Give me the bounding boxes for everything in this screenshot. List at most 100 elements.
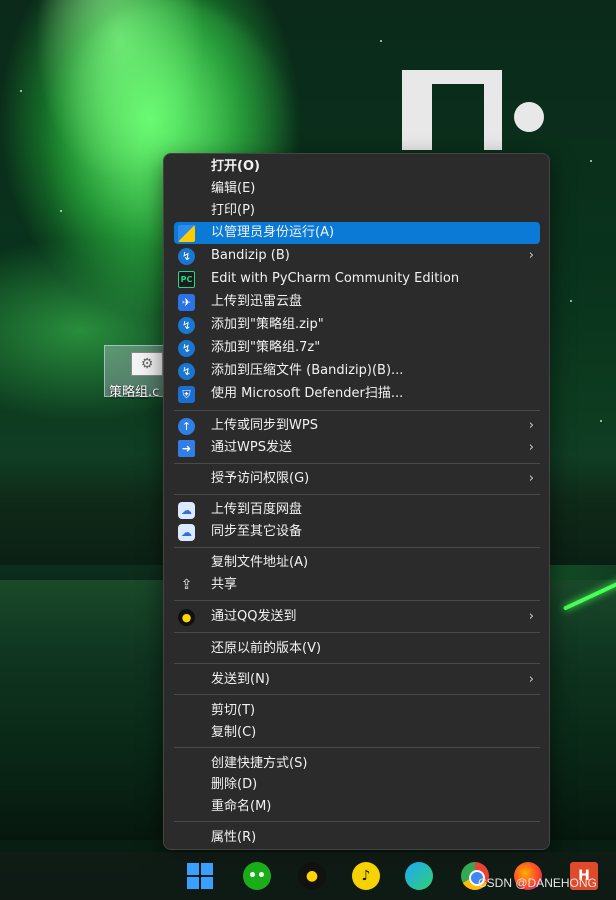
menu-item-label: Bandizip (B): [211, 248, 290, 263]
desktop-file-name: 策略组.c: [109, 385, 160, 400]
menu-item-add-7z[interactable]: ↯ 添加到"策略组.7z": [174, 337, 540, 359]
menu-separator: [174, 410, 540, 411]
menu-item-label: 属性(R): [211, 830, 257, 845]
qq-icon[interactable]: ●: [298, 862, 326, 890]
menu-separator: [174, 694, 540, 695]
uac-shield-icon: [178, 225, 195, 242]
menu-item-label: 共享: [211, 577, 238, 592]
thunder-icon: ✈: [178, 294, 195, 311]
menu-item-label: 复制(C): [211, 725, 257, 740]
menu-item-properties[interactable]: 属性(R): [174, 827, 540, 849]
menu-separator: [174, 663, 540, 664]
chevron-right-icon: ›: [528, 672, 534, 687]
menu-item-label: 同步至其它设备: [211, 524, 303, 539]
chevron-right-icon: ›: [528, 609, 534, 624]
menu-item-restore-versions[interactable]: 还原以前的版本(V): [174, 638, 540, 660]
menu-item-cut[interactable]: 剪切(T): [174, 700, 540, 722]
menu-item-rename[interactable]: 重命名(M): [174, 796, 540, 818]
share-icon: ⇪: [180, 577, 193, 593]
menu-item-copy-path[interactable]: 复制文件地址(A): [174, 552, 540, 574]
windows-start-icon[interactable]: [186, 862, 214, 890]
pycharm-icon: PC: [178, 271, 195, 288]
menu-separator: [174, 632, 540, 633]
menu-item-label: 使用 Microsoft Defender扫描...: [211, 386, 404, 401]
menu-item-send-via-qq[interactable]: ● 通过QQ发送到 ›: [174, 606, 540, 628]
menu-item-send-to[interactable]: 发送到(N) ›: [174, 669, 540, 691]
menu-item-label: 上传或同步到WPS: [211, 418, 318, 433]
menu-item-label: 以管理员身份运行(A): [211, 225, 335, 240]
star: [570, 300, 572, 302]
menu-item-wps-send[interactable]: ➜ 通过WPS发送 ›: [174, 437, 540, 459]
menu-item-label: 删除(D): [211, 777, 258, 792]
menu-item-create-shortcut[interactable]: 创建快捷方式(S): [174, 753, 540, 775]
star: [590, 160, 592, 162]
menu-item-label: 通过WPS发送: [211, 440, 292, 455]
chevron-right-icon: ›: [528, 248, 534, 263]
menu-item-label: 打开(O): [211, 159, 260, 174]
bandizip-icon: ↯: [178, 363, 195, 380]
bandizip-icon: ↯: [178, 317, 195, 334]
desktop-file-icon[interactable]: ⚙ 策略组.c: [104, 345, 166, 400]
menu-item-add-archive[interactable]: ↯ 添加到压缩文件 (Bandizip)(B)...: [174, 360, 540, 382]
menu-item-pycharm[interactable]: PC Edit with PyCharm Community Edition: [174, 268, 540, 290]
menu-item-label: 剪切(T): [211, 703, 256, 718]
menu-separator: [174, 494, 540, 495]
menu-item-label: 通过QQ发送到: [211, 609, 297, 624]
menu-item-label: 还原以前的版本(V): [211, 641, 322, 656]
star: [60, 210, 62, 212]
menu-item-label: 添加到"策略组.zip": [211, 317, 324, 332]
menu-item-print[interactable]: 打印(P): [174, 200, 540, 222]
menu-separator: [174, 547, 540, 548]
menu-item-edit[interactable]: 编辑(E): [174, 178, 540, 200]
baidu-netdisk-icon: ☁: [178, 502, 195, 519]
chevron-right-icon: ›: [528, 440, 534, 455]
menu-item-wps-upload[interactable]: ↑ 上传或同步到WPS ›: [174, 415, 540, 437]
menu-separator: [174, 747, 540, 748]
menu-item-label: 创建快捷方式(S): [211, 756, 308, 771]
context-menu: 打开(O) 编辑(E) 打印(P) 以管理员身份运行(A) ↯ Bandizip…: [163, 153, 550, 850]
menu-item-label: 添加到压缩文件 (Bandizip)(B)...: [211, 363, 404, 378]
menu-item-label: Edit with PyCharm Community Edition: [211, 271, 460, 286]
menu-separator: [174, 463, 540, 464]
qq-icon: ●: [178, 609, 195, 626]
menu-item-label: 复制文件地址(A): [211, 555, 309, 570]
wechat-icon[interactable]: ••: [243, 862, 271, 890]
menu-item-label: 重命名(M): [211, 799, 272, 814]
wps-cloud-icon: ↑: [178, 418, 195, 435]
menu-item-label: 发送到(N): [211, 672, 270, 687]
bandizip-icon: ↯: [178, 248, 195, 265]
menu-item-label: 授予访问权限(G): [211, 471, 310, 486]
menu-item-delete[interactable]: 删除(D): [174, 774, 540, 796]
menu-item-share[interactable]: ⇪ 共享: [174, 574, 540, 596]
menu-item-baidu-upload[interactable]: ☁ 上传到百度网盘: [174, 499, 540, 521]
menu-item-label: 上传到百度网盘: [211, 502, 303, 517]
gear-icon: ⚙: [131, 352, 163, 376]
menu-separator: [174, 600, 540, 601]
chevron-right-icon: ›: [528, 418, 534, 433]
bandizip-icon: ↯: [178, 340, 195, 357]
menu-item-run-as-admin[interactable]: 以管理员身份运行(A): [174, 222, 540, 244]
star: [20, 90, 22, 92]
brand-logo: [400, 70, 550, 150]
watermark: CSDN @DANEHONG: [478, 876, 597, 890]
menu-item-label: 编辑(E): [211, 181, 256, 196]
menu-item-add-zip[interactable]: ↯ 添加到"策略组.zip": [174, 314, 540, 336]
star: [600, 420, 602, 422]
menu-item-open[interactable]: 打开(O): [174, 156, 540, 178]
menu-item-copy[interactable]: 复制(C): [174, 722, 540, 744]
menu-item-grant-access[interactable]: 授予访问权限(G) ›: [174, 468, 540, 490]
edge-icon[interactable]: [405, 862, 433, 890]
menu-item-label: 打印(P): [211, 203, 255, 218]
menu-item-thunder-upload[interactable]: ✈ 上传到迅雷云盘: [174, 291, 540, 313]
menu-item-label: 上传到迅雷云盘: [211, 294, 303, 309]
star: [380, 40, 382, 42]
music-icon[interactable]: ♪: [352, 862, 380, 890]
menu-separator: [174, 821, 540, 822]
defender-icon: ⛨: [178, 386, 195, 403]
menu-item-bandizip[interactable]: ↯ Bandizip (B) ›: [174, 245, 540, 267]
wps-send-icon: ➜: [178, 440, 195, 457]
menu-item-sync-devices[interactable]: ☁ 同步至其它设备: [174, 521, 540, 543]
menu-item-label: 添加到"策略组.7z": [211, 340, 321, 355]
chevron-right-icon: ›: [528, 471, 534, 486]
menu-item-defender-scan[interactable]: ⛨ 使用 Microsoft Defender扫描...: [174, 383, 540, 405]
